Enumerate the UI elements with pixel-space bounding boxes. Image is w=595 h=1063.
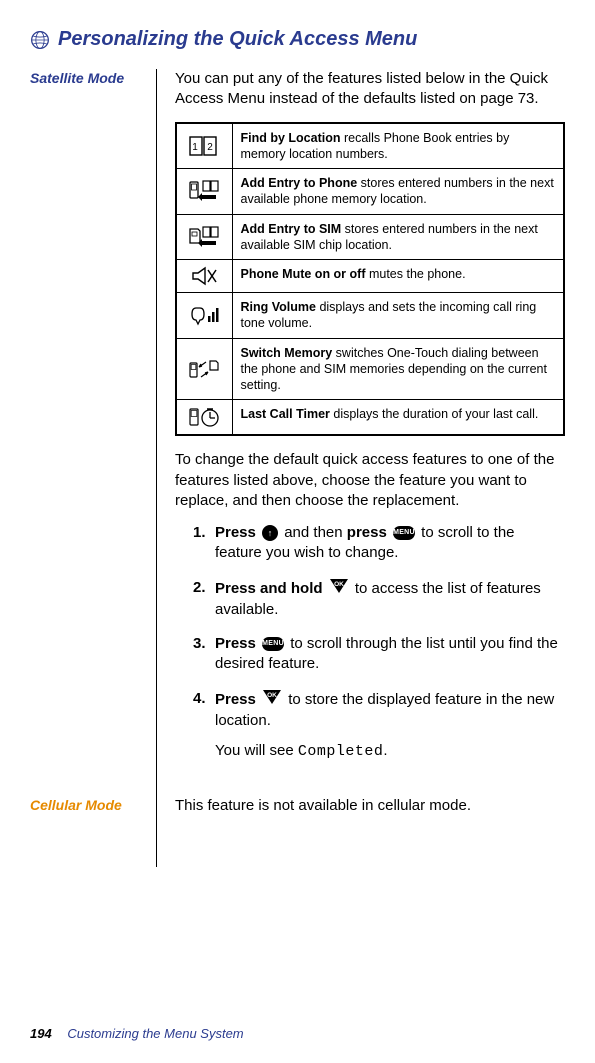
step-1: Press ↑ and then press MENU to scroll to… [193,523,565,564]
table-row: Add Entry to SIM stores entered numbers … [176,214,564,260]
sidebar-sat: Satellite Mode [30,69,156,796]
svg-text:OK: OK [334,581,344,588]
step3-lead: Press [215,635,256,652]
footer-section: Customizing the Menu System [67,1026,243,1041]
up-arrow-icon: ↑ [262,525,278,541]
find-by-location-icon: 1 2 [176,123,232,169]
menu-button-icon: MENU [262,637,284,651]
feature-desc: Switch Memory switches One-Touch dialing… [232,338,564,400]
step4-sub-pre: You will see [215,742,298,759]
feature-desc: Ring Volume displays and sets the incomi… [232,293,564,339]
steps-list: Press ↑ and then press MENU to scroll to… [175,523,565,762]
page-number: 194 [30,1026,52,1041]
page-title: Personalizing the Quick Access Menu [58,28,417,51]
feature-name: Switch Memory [241,346,333,360]
feature-desc: Phone Mute on or off mutes the phone. [232,260,564,293]
svg-text:2: 2 [207,142,213,153]
table-row: 1 2 Find by Location recalls Phone Book … [176,123,564,169]
step4-lead: Press [215,691,256,708]
table-row: Switch Memory switches One-Touch dialing… [176,338,564,400]
feature-desc: Find by Location recalls Phone Book entr… [232,123,564,169]
ok-button-icon: OK [262,689,282,711]
feature-name: Find by Location [241,131,341,145]
svg-text:OK: OK [267,692,277,699]
step1-lead: Press [215,524,256,541]
main-sat: You can put any of the features listed b… [156,69,565,796]
svg-text:1: 1 [192,142,198,153]
menu-button-icon: MENU [393,526,415,540]
step-3: Press MENU to scroll through the list un… [193,634,565,675]
page-header: Personalizing the Quick Access Menu [30,28,565,51]
feature-name: Add Entry to SIM [241,222,342,236]
sidebar-cell: Cellular Mode [30,796,156,866]
feature-name: Last Call Timer [241,407,330,421]
table-row: Add Entry to Phone stores entered number… [176,169,564,215]
ring-volume-icon [176,293,232,339]
step1-press2: press [347,524,387,541]
last-call-timer-icon [176,400,232,436]
step4-sub: You will see Completed. [215,741,565,762]
main-cell: This feature is not available in cellula… [156,796,565,866]
feature-name: Add Entry to Phone [241,176,358,190]
step-4: Press OK to store the displayed feature … [193,689,565,763]
table-row: Ring Volume displays and sets the incomi… [176,293,564,339]
features-table: 1 2 Find by Location recalls Phone Book … [175,122,565,437]
feature-text: mutes the phone. [365,267,465,281]
switch-memory-icon [176,338,232,400]
step2-lead: Press and hold [215,580,323,597]
add-entry-sim-icon [176,214,232,260]
satellite-section: Satellite Mode You can put any of the fe… [30,69,565,796]
feature-text: displays the duration of your last call. [330,407,538,421]
cellular-paragraph: This feature is not available in cellula… [175,796,565,816]
feature-desc: Add Entry to SIM stores entered numbers … [232,214,564,260]
add-entry-phone-icon [176,169,232,215]
table-row: Last Call Timer displays the duration of… [176,400,564,436]
intro-paragraph: You can put any of the features listed b… [175,69,565,110]
feature-desc: Add Entry to Phone stores entered number… [232,169,564,215]
cellular-section: Cellular Mode This feature is not availa… [30,796,565,866]
feature-name: Ring Volume [241,300,316,314]
page-footer: 194 Customizing the Menu System [30,1026,244,1041]
cellular-mode-label: Cellular Mode [30,796,148,814]
table-row: Phone Mute on or off mutes the phone. [176,260,564,293]
satellite-mode-label: Satellite Mode [30,69,148,87]
completed-text: Completed [298,743,384,760]
step4-sub-post: . [383,742,387,759]
mid-paragraph: To change the default quick access featu… [175,450,565,511]
step1-mid: and then [280,524,347,541]
ok-button-icon: OK [329,578,349,600]
feature-desc: Last Call Timer displays the duration of… [232,400,564,436]
phone-mute-icon [176,260,232,293]
step-2: Press and hold OK to access the list of … [193,578,565,621]
globe-icon [30,30,50,50]
feature-name: Phone Mute on or off [241,267,366,281]
